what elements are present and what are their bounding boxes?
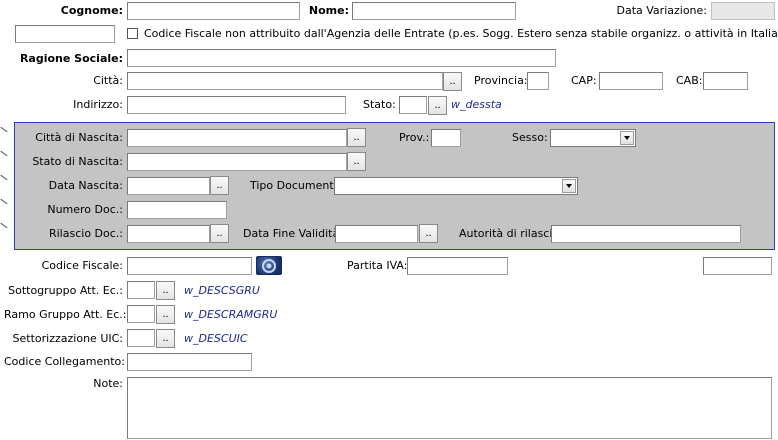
sottogruppo-label: Sottogruppo Att. Ec.: — [8, 284, 123, 297]
stato-input[interactable] — [399, 96, 427, 114]
autorita-rilascio-label: Autorità di rilascio: — [459, 227, 563, 240]
numero-doc-input[interactable] — [127, 201, 227, 219]
tipo-documento-select[interactable] — [334, 177, 578, 195]
codice-fiscale-input[interactable] — [127, 257, 252, 275]
data-nascita-zoom-button[interactable]: .. — [210, 176, 229, 195]
data-fine-validita-input[interactable] — [335, 225, 418, 243]
ramo-gruppo-label: Ramo Gruppo Att. Ec.: — [4, 308, 127, 321]
data-nascita-input[interactable] — [127, 177, 210, 195]
stato-nascita-label: Stato di Nascita: — [32, 155, 123, 168]
settorizzazione-input[interactable] — [127, 329, 155, 347]
codice-fiscale-calc-button[interactable] — [256, 256, 282, 275]
sottogruppo-zoom-button[interactable]: .. — [156, 281, 175, 300]
indirizzo-input[interactable] — [127, 96, 346, 114]
codice-fiscale-estero-input[interactable] — [15, 25, 115, 43]
codice-collegamento-label: Codice Collegamento: — [4, 355, 125, 368]
stato-nascita-zoom-button[interactable]: .. — [347, 152, 366, 171]
data-fine-validita-zoom-button[interactable]: .. — [419, 224, 438, 243]
note-label: Note: — [93, 377, 123, 390]
data-nascita-label: Data Nascita: — [48, 179, 123, 192]
ramo-gruppo-zoom-button[interactable]: .. — [156, 305, 175, 324]
rilascio-doc-zoom-button[interactable]: .. — [210, 224, 229, 243]
edge-mark — [0, 198, 8, 205]
stato-zoom-button[interactable]: .. — [428, 96, 447, 115]
citta-nascita-zoom-button[interactable]: .. — [347, 128, 366, 147]
edge-mark — [0, 126, 8, 133]
edge-mark — [0, 174, 8, 181]
stato-label: Stato: — [363, 98, 396, 111]
data-variazione-input — [711, 2, 775, 20]
sesso-select[interactable] — [550, 129, 636, 147]
citta-label: Città: — [93, 74, 123, 87]
nome-input[interactable] — [352, 2, 516, 20]
tipo-documento-label: Tipo Documento: — [250, 179, 345, 192]
nome-label: Nome: — [308, 4, 349, 17]
provincia-input[interactable] — [527, 72, 549, 90]
provincia-label: Provincia: — [474, 74, 528, 87]
citta-input[interactable] — [127, 72, 443, 90]
partita-iva-input[interactable] — [407, 257, 508, 275]
cab-label: CAB: — [676, 74, 703, 87]
codice-collegamento-input[interactable] — [127, 353, 252, 371]
settorizzazione-description: w_DESCUIC — [184, 332, 248, 345]
prov-nascita-label: Prov.: — [399, 131, 430, 144]
data-variazione-label: Data Variazione: — [616, 4, 708, 17]
indirizzo-label: Indirizzo: — [73, 98, 123, 111]
cab-input[interactable] — [703, 72, 748, 90]
numero-doc-label: Numero Doc.: — [47, 203, 123, 216]
sottogruppo-input[interactable] — [127, 281, 155, 299]
data-fine-validita-label: Data Fine Validità: — [243, 227, 343, 240]
partita-iva-label: Partita IVA: — [347, 259, 408, 272]
codice-fiscale-non-attribuito-checkbox[interactable] — [127, 28, 138, 39]
rilascio-doc-label: Rilascio Doc.: — [48, 227, 123, 240]
note-textarea[interactable] — [127, 377, 772, 439]
chevron-down-icon[interactable] — [620, 131, 634, 145]
autorita-rilascio-input[interactable] — [551, 225, 741, 243]
codice-fiscale-label: Codice Fiscale: — [41, 259, 123, 272]
ramo-gruppo-input[interactable] — [127, 305, 155, 323]
codice-fiscale-note-label: Codice Fiscale non attribuito dall'Agenz… — [144, 27, 778, 40]
settorizzazione-zoom-button[interactable]: .. — [156, 329, 175, 348]
cap-input[interactable] — [599, 72, 663, 90]
sesso-label: Sesso: — [512, 131, 548, 144]
ramo-gruppo-description: w_DESCRAMGRU — [184, 308, 278, 321]
citta-zoom-button[interactable]: .. — [443, 72, 462, 91]
chevron-down-icon[interactable] — [562, 179, 576, 193]
ragione-sociale-input[interactable] — [127, 49, 556, 67]
edge-mark — [0, 222, 8, 229]
settorizzazione-label: Settorizzazione UIC: — [12, 332, 123, 345]
edge-mark — [0, 150, 8, 157]
citta-nascita-input[interactable] — [127, 129, 347, 147]
extra-code-input[interactable] — [703, 257, 772, 275]
stato-nascita-input[interactable] — [127, 153, 347, 171]
citta-nascita-label: Città di Nascita: — [35, 131, 123, 144]
ragione-sociale-label: Ragione Sociale: — [19, 52, 123, 65]
rilascio-doc-input[interactable] — [127, 225, 210, 243]
gear-icon — [262, 259, 276, 273]
cognome-label: Cognome: — [60, 4, 123, 17]
cap-label: CAP: — [571, 74, 597, 87]
stato-description: w_dessta — [451, 98, 502, 111]
sottogruppo-description: w_DESCSGRU — [184, 284, 260, 297]
cognome-input[interactable] — [127, 2, 300, 20]
prov-nascita-input[interactable] — [431, 129, 461, 147]
